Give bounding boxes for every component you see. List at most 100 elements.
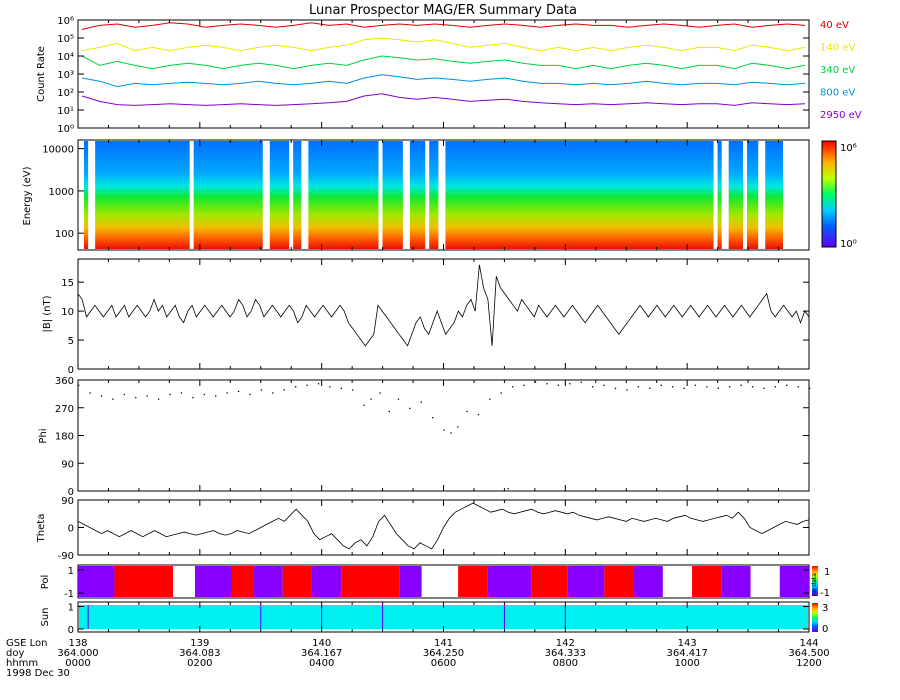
phi-point <box>649 387 651 390</box>
phi-point <box>272 392 274 394</box>
pol-segment <box>114 566 174 597</box>
pol-segment <box>231 566 254 597</box>
phi-point <box>432 417 434 419</box>
pol-tick-label: 1 <box>68 566 74 577</box>
phi-point <box>192 396 194 399</box>
phi-point <box>443 429 445 431</box>
chart-title: Lunar Prospector MAG/ER Summary Data <box>309 3 577 18</box>
x-tick-hhmm: 1000 <box>674 658 699 669</box>
pol-segment <box>311 566 342 597</box>
data-gap <box>743 141 748 249</box>
pol-segment <box>721 566 751 597</box>
theta-tick-label: 90 <box>61 496 74 507</box>
energy-tick-label: 100 <box>55 229 74 240</box>
phi-point <box>317 383 320 385</box>
spectrogram-colorbar <box>821 140 837 248</box>
b-magnitude-ylabel: |B| (nT) <box>42 295 53 332</box>
colorbar-min: 10⁰ <box>840 239 857 250</box>
pol-segment <box>487 566 532 597</box>
pol-segment <box>78 566 115 597</box>
sun-bar <box>79 605 808 629</box>
phi-point <box>466 410 468 413</box>
phi-point <box>489 398 491 400</box>
energy-legend: 40 eV 140 eV 340 eV 800 eV 2950 eV <box>820 20 862 121</box>
pol-segment <box>779 566 809 597</box>
data-gap <box>189 141 194 249</box>
x-tick-hhmm: 0400 <box>309 658 334 669</box>
sun-colorbar-max: 3 <box>822 603 828 614</box>
phi-point <box>169 393 171 396</box>
x-row-label: 1998 Dec 30 <box>6 668 70 679</box>
legend-entry: 2950 eV <box>820 110 862 121</box>
b-magnitude-line <box>77 264 810 347</box>
x-tick-hhmm: 0000 <box>65 658 90 669</box>
axes-and-ticks: 10⁰10¹10²10³10⁴10⁵10⁶Count Rate100100010… <box>22 16 810 636</box>
data-gap <box>721 141 729 249</box>
b-magnitude-tick-label: 0 <box>68 365 74 376</box>
data-gap <box>438 141 446 249</box>
data-gap <box>301 141 309 249</box>
count-rate-line-4 <box>81 93 806 106</box>
phi-point <box>89 392 91 394</box>
phi-point <box>706 386 708 388</box>
pol-segment <box>282 566 312 597</box>
data-gap <box>425 141 430 249</box>
phi-point <box>580 381 582 383</box>
phi-point <box>591 386 594 388</box>
pol-segment <box>194 566 232 597</box>
phi-point <box>450 432 452 434</box>
sun-colorbar <box>812 603 818 632</box>
phi-point <box>774 386 777 388</box>
pol-colorbar-min: -1 <box>820 588 830 599</box>
phi-point <box>249 393 251 396</box>
legend-entry: 140 eV <box>820 43 855 54</box>
phi-point <box>512 386 514 388</box>
phi-point <box>157 398 160 400</box>
count-rate-line-3 <box>81 74 806 88</box>
pol-segment <box>458 566 488 597</box>
phi-point <box>112 398 114 400</box>
x-tick-hhmm: 1200 <box>796 658 821 669</box>
phi-ylabel: Phi <box>38 428 49 443</box>
pol-segment <box>399 566 422 597</box>
data-gap <box>262 141 270 249</box>
phi-point <box>329 386 331 388</box>
phi-point <box>457 426 459 428</box>
spectrogram-fill <box>84 141 785 249</box>
count-rate-tick-label: 10³ <box>57 70 74 81</box>
phi-point <box>660 384 662 386</box>
phi-point <box>180 392 183 394</box>
x-tick-hhmm: 0600 <box>431 658 456 669</box>
theta-tick-label: 0 <box>68 524 74 535</box>
phi-point <box>569 383 571 385</box>
legend-entry: 340 eV <box>820 65 855 76</box>
count-rate-tick-label: 10¹ <box>57 106 74 117</box>
data-gap <box>713 141 718 249</box>
legend-entry: 40 eV <box>820 20 849 31</box>
phi-point <box>637 386 639 388</box>
phi-point <box>260 389 263 391</box>
phi-point <box>546 383 548 385</box>
count-rate-tick-label: 10⁴ <box>57 52 74 63</box>
count-rate-tick-label: 10⁵ <box>57 34 74 45</box>
sun-colorbar-min: 0 <box>822 624 828 635</box>
colorbars: 10⁶ 10⁰ 1 -1no data 3 0 <box>811 140 857 635</box>
energy-ylabel: Energy (eV) <box>22 166 33 225</box>
phi-point <box>237 390 240 393</box>
phi-point <box>283 389 285 391</box>
count-rate-series <box>81 22 806 106</box>
phi-point <box>683 387 685 390</box>
pol-segment <box>692 566 722 597</box>
pol-segment <box>604 566 634 597</box>
energy-spectrogram <box>84 141 808 249</box>
colorbar-max: 10⁶ <box>840 143 857 154</box>
pol-segment <box>341 566 400 597</box>
phi-panel <box>77 379 810 492</box>
phi-point <box>388 410 390 413</box>
data-gap <box>758 141 766 249</box>
phi-point <box>626 389 628 391</box>
phi-point <box>717 387 719 390</box>
phi-point <box>409 407 411 410</box>
time-axis: GSE Londoyhhmm1998 Dec 30138364.00000001… <box>6 638 830 679</box>
phi-point <box>786 384 788 386</box>
